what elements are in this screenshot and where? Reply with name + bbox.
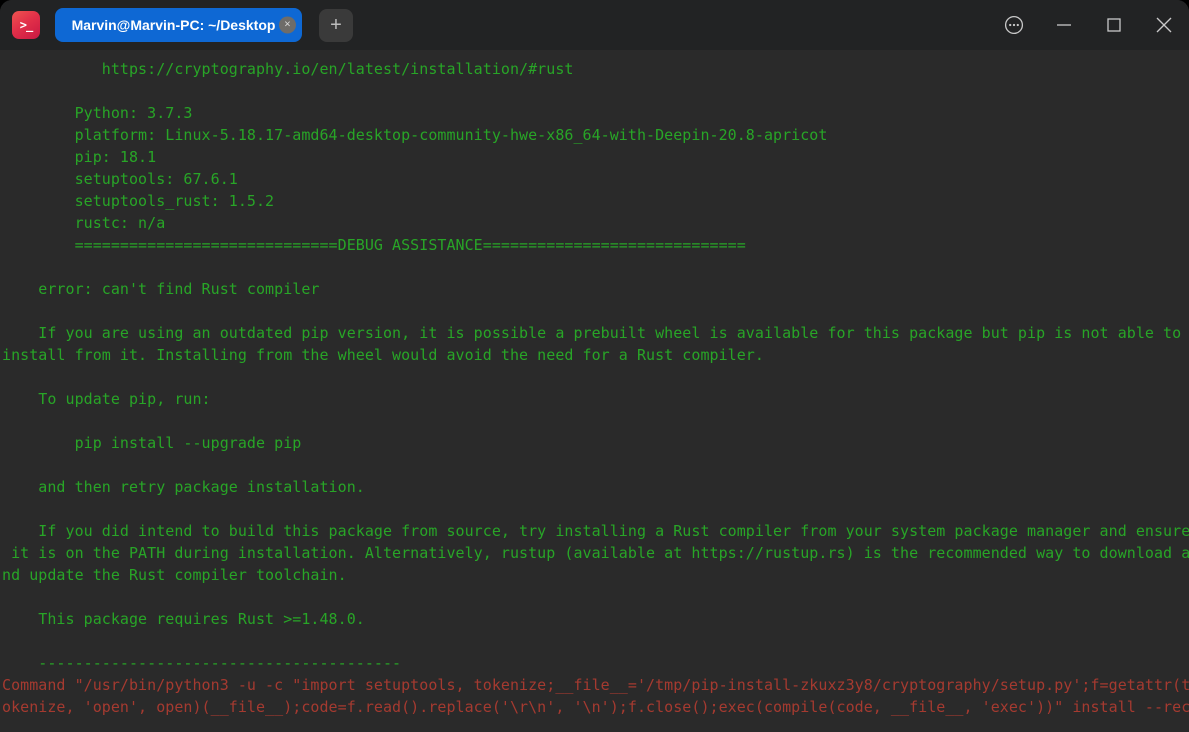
menu-button[interactable] xyxy=(989,0,1039,50)
terminal-line: error: can't find Rust compiler xyxy=(2,280,320,298)
terminal-line: install from it. Installing from the whe… xyxy=(2,346,764,364)
terminal-line: Command "/usr/bin/python3 -u -c "import … xyxy=(2,676,1189,694)
terminal-app-icon: >_ xyxy=(12,11,40,39)
maximize-icon xyxy=(1107,18,1121,32)
maximize-button[interactable] xyxy=(1089,0,1139,50)
terminal-prompt-icon: >_ xyxy=(19,18,33,32)
terminal-line: ---------------------------------------- xyxy=(2,654,402,672)
title-bar: >_ Marvin@Marvin-PC: ~/Desktop × + xyxy=(0,0,1189,50)
terminal-window: >_ Marvin@Marvin-PC: ~/Desktop × + https… xyxy=(0,0,1189,732)
terminal-line: pip install --upgrade pip xyxy=(2,434,302,452)
minimize-icon xyxy=(1057,24,1071,26)
window-controls xyxy=(989,0,1189,50)
terminal-line: pip: 18.1 xyxy=(2,148,157,166)
terminal-line: setuptools: 67.6.1 xyxy=(2,170,238,188)
terminal-line: This package requires Rust >=1.48.0. xyxy=(2,610,365,628)
close-icon xyxy=(1156,17,1172,33)
tab-active[interactable]: Marvin@Marvin-PC: ~/Desktop × xyxy=(55,8,302,42)
ellipsis-menu-icon xyxy=(1004,15,1024,35)
terminal-line: and then retry package installation. xyxy=(2,478,365,496)
terminal-line: To update pip, run: xyxy=(2,390,211,408)
terminal-line: =============================DEBUG ASSIS… xyxy=(2,236,746,254)
close-icon: × xyxy=(284,18,291,31)
new-tab-button[interactable]: + xyxy=(319,8,353,42)
terminal-content[interactable]: https://cryptography.io/en/latest/instal… xyxy=(0,50,1189,732)
tab-close-button[interactable]: × xyxy=(279,16,296,34)
plus-icon: + xyxy=(330,14,342,36)
terminal-line: okenize, 'open', open)(__file__);code=f.… xyxy=(2,698,1189,716)
terminal-line: platform: Linux-5.18.17-amd64-desktop-co… xyxy=(2,126,828,144)
tab-label: Marvin@Marvin-PC: ~/Desktop xyxy=(71,17,276,33)
terminal-line: setuptools_rust: 1.5.2 xyxy=(2,192,275,210)
screen: { "title_bar": { "app_icon_glyph": ">_",… xyxy=(0,0,1189,732)
terminal-line: rustc: n/a xyxy=(2,214,166,232)
terminal-line: nd update the Rust compiler toolchain. xyxy=(2,566,347,584)
terminal-line: If you did intend to build this package … xyxy=(2,522,1189,540)
terminal-line: it is on the PATH during installation. A… xyxy=(2,544,1189,562)
minimize-button[interactable] xyxy=(1039,0,1089,50)
terminal-line: If you are using an outdated pip version… xyxy=(2,324,1182,342)
terminal-line: Python: 3.7.3 xyxy=(2,104,193,122)
terminal-line: https://cryptography.io/en/latest/instal… xyxy=(2,60,574,78)
close-button[interactable] xyxy=(1139,0,1189,50)
